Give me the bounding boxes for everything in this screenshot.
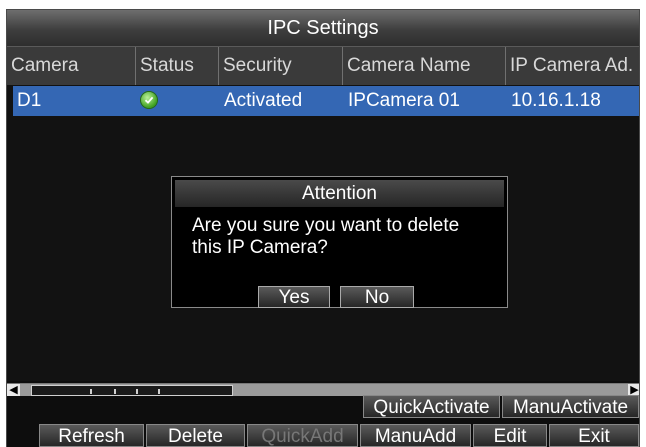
cell-camera-name: IPCamera 01 <box>348 90 460 111</box>
scroll-left-icon[interactable]: ◀ <box>7 384 20 396</box>
table-header: Camera Status Security Camera Name IP Ca… <box>7 47 639 85</box>
scroll-tick <box>158 389 160 394</box>
scroll-tick <box>90 389 92 394</box>
window-title: IPC Settings <box>7 10 639 47</box>
cell-ip-address: 10.16.1.18 <box>511 90 601 111</box>
check-circle-icon <box>141 92 157 108</box>
yes-button[interactable]: Yes <box>258 286 330 308</box>
col-security[interactable]: Security <box>218 47 342 85</box>
manu-activate-button[interactable]: ManuActivate <box>502 395 639 418</box>
cell-camera: D1 <box>17 90 42 111</box>
table-row[interactable]: D1 Activated IPCamera 01 10.16.1.18 <box>13 86 639 116</box>
exit-button[interactable]: Exit <box>549 424 639 447</box>
quick-activate-button[interactable]: QuickActivate <box>363 395 500 418</box>
cell-security: Activated <box>224 90 303 111</box>
col-status[interactable]: Status <box>135 47 218 85</box>
ipc-settings-window: IPC Settings Camera Status Security Came… <box>6 9 640 447</box>
no-button[interactable]: No <box>340 286 414 308</box>
delete-button[interactable]: Delete <box>146 424 245 447</box>
dialog-title: Attention <box>175 180 504 207</box>
col-camera[interactable]: Camera <box>7 47 135 85</box>
scroll-tick <box>136 389 138 394</box>
quick-add-button: QuickAdd <box>247 424 358 447</box>
dialog-message: Are you sure you want to delete this IP … <box>192 215 460 258</box>
edit-button[interactable]: Edit <box>473 424 547 447</box>
attention-dialog: Attention Are you sure you want to delet… <box>171 176 508 308</box>
refresh-button[interactable]: Refresh <box>39 424 144 447</box>
scrollbar-thumb[interactable] <box>31 385 233 396</box>
col-ip-address[interactable]: IP Camera Ad. <box>505 47 639 85</box>
scroll-tick <box>114 389 116 394</box>
manu-add-button[interactable]: ManuAdd <box>360 424 471 447</box>
col-camera-name[interactable]: Camera Name <box>342 47 505 85</box>
